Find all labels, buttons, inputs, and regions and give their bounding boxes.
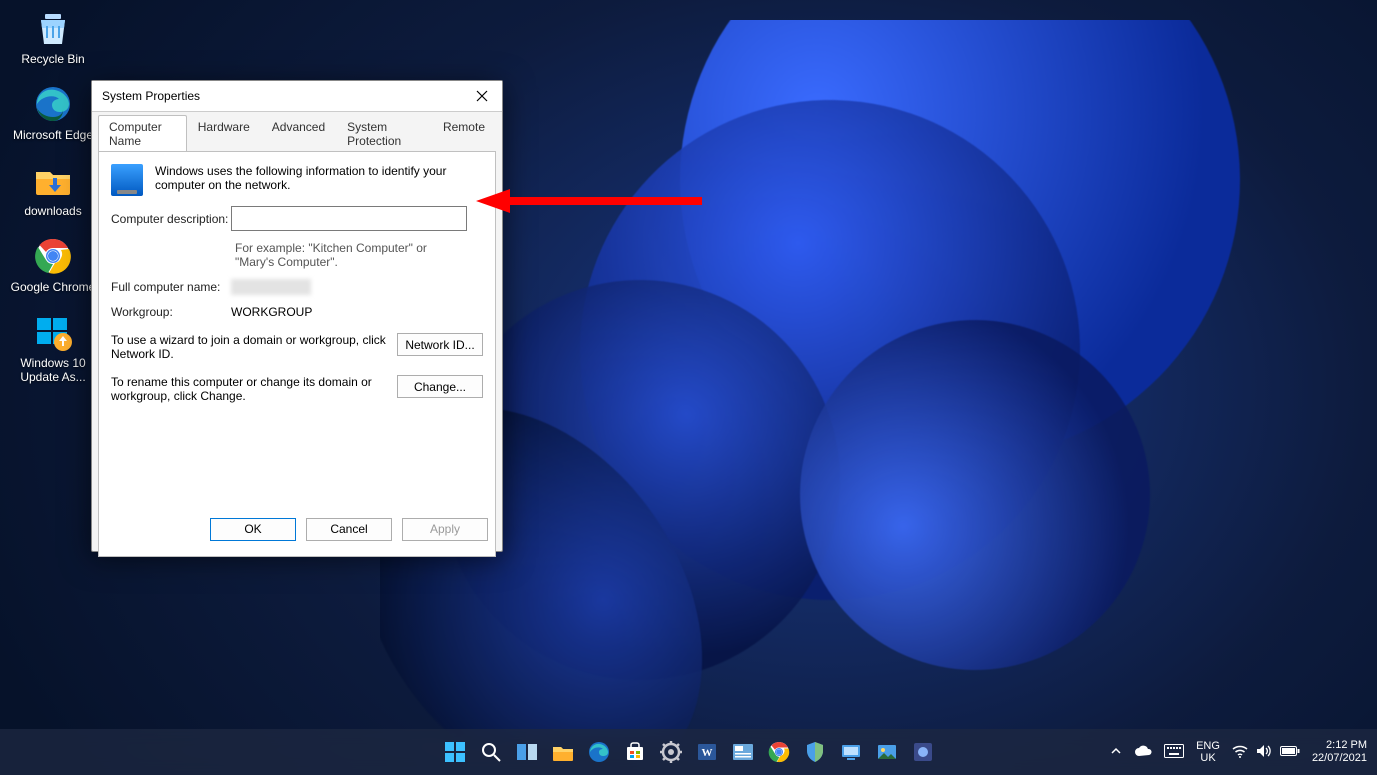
cloud-icon <box>1134 745 1152 757</box>
device-button[interactable] <box>838 739 864 765</box>
computer-icon <box>111 164 143 196</box>
keyboard-icon <box>1164 744 1184 758</box>
settings-button[interactable] <box>658 739 684 765</box>
tab-system-protection[interactable]: System Protection <box>336 115 432 152</box>
news-icon <box>732 741 754 763</box>
computer-description-hint: For example: "Kitchen Computer" or "Mary… <box>235 241 465 269</box>
word-icon: W <box>696 741 718 763</box>
svg-text:W: W <box>701 747 712 759</box>
desktop-icon-label: Windows 10 Update As... <box>8 356 98 384</box>
dialog-tabs: Computer Name Hardware Advanced System P… <box>92 111 502 151</box>
full-computer-name-label: Full computer name: <box>111 280 231 294</box>
tray-clock[interactable]: 2:12 PM 22/07/2021 <box>1312 739 1367 765</box>
chrome-button[interactable] <box>766 739 792 765</box>
windows-update-icon <box>33 312 73 352</box>
store-icon <box>624 741 646 763</box>
tab-remote[interactable]: Remote <box>432 115 496 152</box>
edge-icon <box>33 84 73 124</box>
tray-keyboard[interactable] <box>1164 744 1184 761</box>
search-button[interactable] <box>478 739 504 765</box>
ok-button[interactable]: OK <box>210 518 296 541</box>
change-text: To rename this computer or change its do… <box>111 375 397 403</box>
full-computer-name-value <box>231 279 311 295</box>
desktop-icon-recycle-bin[interactable]: Recycle Bin <box>8 8 98 66</box>
change-button[interactable]: Change... <box>397 375 483 398</box>
news-button[interactable] <box>730 739 756 765</box>
task-view-button[interactable] <box>514 739 540 765</box>
battery-icon <box>1280 745 1300 757</box>
photos-icon <box>876 741 898 763</box>
taskbar[interactable]: W ENG UK 2:12 PM 22/07/2021 <box>0 729 1377 775</box>
close-icon <box>476 90 488 102</box>
tray-wifi[interactable] <box>1232 744 1248 761</box>
wifi-icon <box>1232 744 1248 758</box>
recycle-bin-icon <box>33 8 73 48</box>
store-button[interactable] <box>622 739 648 765</box>
computer-description-label: Computer description: <box>111 212 231 226</box>
clock-date: 22/07/2021 <box>1312 752 1367 765</box>
security-button[interactable] <box>802 739 828 765</box>
system-properties-dialog: System Properties Computer Name Hardware… <box>91 80 503 552</box>
dialog-titlebar[interactable]: System Properties <box>92 81 502 111</box>
desktop-icon-chrome[interactable]: Google Chrome <box>8 236 98 294</box>
lang-bottom: UK <box>1196 752 1220 764</box>
device-icon <box>840 741 862 763</box>
chrome-icon <box>33 236 73 276</box>
network-id-text: To use a wizard to join a domain or work… <box>111 333 397 361</box>
tray-battery[interactable] <box>1280 745 1300 760</box>
desktop-icon-label: downloads <box>8 204 98 218</box>
computer-description-input[interactable] <box>231 206 467 231</box>
folder-icon <box>552 741 574 763</box>
app-icon <box>912 741 934 763</box>
dialog-tab-body: Windows uses the following information t… <box>98 151 496 557</box>
start-button[interactable] <box>442 739 468 765</box>
chevron-up-icon <box>1110 745 1122 757</box>
edge-icon <box>588 741 610 763</box>
network-id-button[interactable]: Network ID... <box>397 333 483 356</box>
apply-button[interactable]: Apply <box>402 518 488 541</box>
wallpaper-flower <box>380 20 1280 740</box>
tray-volume[interactable] <box>1256 744 1272 761</box>
search-icon <box>480 741 502 763</box>
desktop-icon-downloads[interactable]: downloads <box>8 160 98 218</box>
chrome-icon <box>768 741 790 763</box>
word-button[interactable]: W <box>694 739 720 765</box>
shield-icon <box>804 741 826 763</box>
gear-icon <box>660 741 682 763</box>
close-button[interactable] <box>472 86 492 106</box>
tab-advanced[interactable]: Advanced <box>261 115 336 152</box>
workgroup-label: Workgroup: <box>111 305 231 319</box>
annotation-arrow <box>476 189 706 219</box>
tab-hardware[interactable]: Hardware <box>187 115 261 152</box>
system-tray: ENG UK 2:12 PM 22/07/2021 <box>1110 739 1367 765</box>
cancel-button[interactable]: Cancel <box>306 518 392 541</box>
dialog-actions: OK Cancel Apply <box>92 507 502 551</box>
desktop-icon-label: Microsoft Edge <box>8 128 98 142</box>
photos-button[interactable] <box>874 739 900 765</box>
desktop-icons: Recycle Bin Microsoft Edge downloads Goo… <box>8 8 98 402</box>
desktop-icon-label: Recycle Bin <box>8 52 98 66</box>
desktop-icon-label: Google Chrome <box>8 280 98 294</box>
workgroup-value: WORKGROUP <box>231 305 312 319</box>
info-text: Windows uses the following information t… <box>155 164 483 192</box>
taskbar-center: W <box>442 739 936 765</box>
tray-chevron-up[interactable] <box>1110 745 1122 760</box>
clock-time: 2:12 PM <box>1312 739 1367 752</box>
app-button[interactable] <box>910 739 936 765</box>
desktop-icon-edge[interactable]: Microsoft Edge <box>8 84 98 142</box>
explorer-button[interactable] <box>550 739 576 765</box>
tray-onedrive[interactable] <box>1134 745 1152 760</box>
folder-icon <box>33 160 73 200</box>
dialog-title: System Properties <box>102 89 200 103</box>
task-view-icon <box>516 741 538 763</box>
lang-top: ENG <box>1196 740 1220 752</box>
desktop-icon-update-assistant[interactable]: Windows 10 Update As... <box>8 312 98 384</box>
tab-computer-name[interactable]: Computer Name <box>98 115 187 152</box>
windows-icon <box>444 741 466 763</box>
volume-icon <box>1256 744 1272 758</box>
tray-language[interactable]: ENG UK <box>1196 740 1220 764</box>
edge-button[interactable] <box>586 739 612 765</box>
